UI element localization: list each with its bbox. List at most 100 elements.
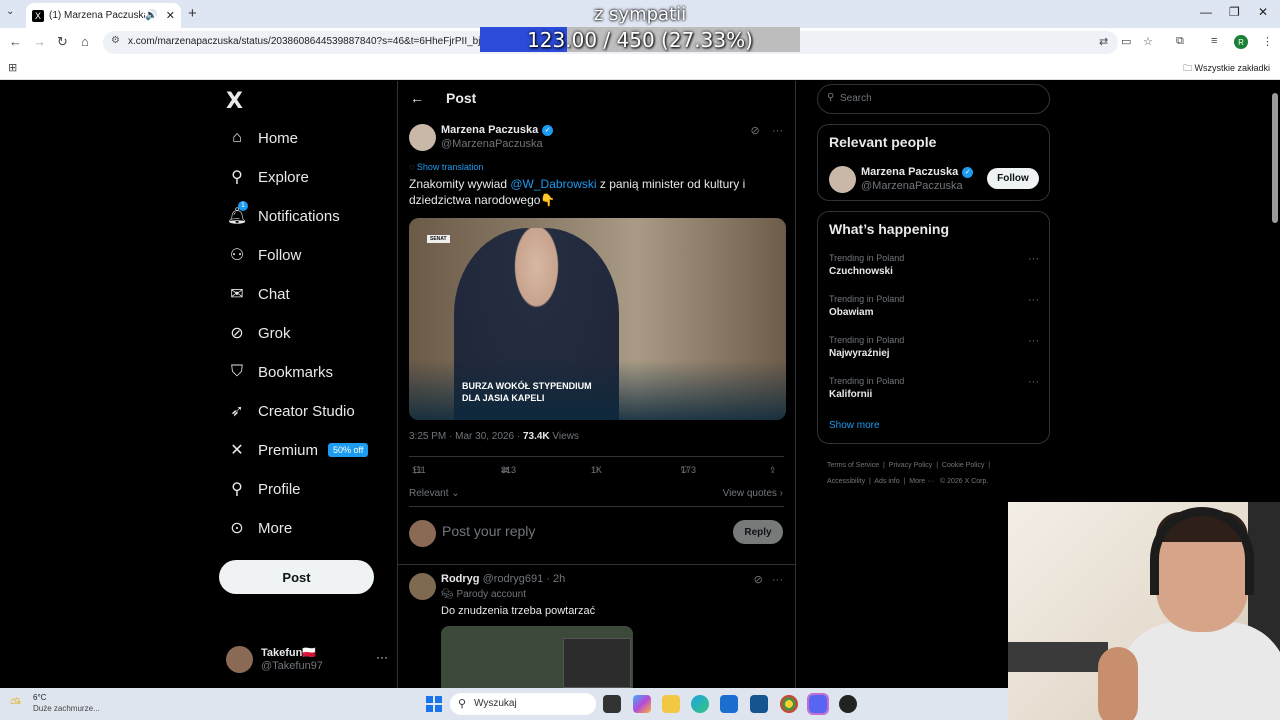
nav-item-home[interactable]: ⌂ Home [226, 119, 298, 157]
grok-explain-icon[interactable]: ⊘ [754, 574, 763, 586]
bookmark-star-icon[interactable]: ☆ [1143, 35, 1153, 48]
file-explorer-icon[interactable] [662, 695, 680, 713]
nav-label: Notifications [258, 207, 340, 225]
reply-more-icon[interactable]: ··· [772, 574, 783, 586]
mention-link[interactable]: @W_Dabrowski [510, 177, 596, 191]
footer-link[interactable]: More ··· [909, 478, 934, 485]
home-icon: ⌂ [232, 129, 242, 146]
task-view-icon[interactable] [603, 695, 621, 713]
reply-author-row[interactable]: Rodryg @rodryg691 · 2h [441, 573, 565, 585]
nav-label: Bookmarks [258, 363, 334, 381]
reply-media[interactable] [441, 626, 633, 688]
trend-more-icon[interactable]: ··· [1028, 376, 1039, 388]
views-label: Views [549, 431, 579, 442]
obs-icon[interactable] [839, 695, 857, 713]
account-switcher[interactable]: Takefun🇵🇱 @Takefun97 ··· [226, 644, 388, 680]
x-icon: ✕ [230, 442, 244, 459]
account-more-icon[interactable]: ··· [376, 650, 388, 664]
trend-item[interactable]: Trending in Poland Kalifornii ··· [829, 376, 1039, 400]
trend-item[interactable]: Trending in Poland Czuchnowski ··· [829, 253, 1039, 277]
edge-icon[interactable] [691, 695, 709, 713]
nav-item-grok[interactable]: ⊘ Grok [226, 314, 290, 352]
site-info-icon[interactable]: ⚙ [111, 35, 120, 46]
translate-icon[interactable]: ⇄ [1099, 35, 1108, 48]
nav-item-more[interactable]: ⊙ More [226, 509, 292, 547]
footer-link[interactable]: Accessibility [827, 478, 865, 485]
trend-more-icon[interactable]: ··· [1028, 335, 1039, 347]
chevron-right-icon: › [779, 488, 783, 499]
trend-more-icon[interactable]: ··· [1028, 253, 1039, 265]
trend-topic: Najwyraźniej [829, 348, 890, 359]
nav-item-notifications[interactable]: 🔔︎ 1 Notifications [226, 197, 340, 235]
home-browser-icon[interactable]: ⌂ [81, 34, 89, 49]
reply-author-name: Rodryg [441, 573, 480, 585]
taskbar-search[interactable]: ⚲ Wyszukaj [450, 693, 596, 715]
weather-temp: 6°C [33, 693, 47, 702]
scrollbar-thumb[interactable] [1272, 93, 1278, 223]
copilot-icon[interactable] [633, 695, 651, 713]
forward-arrow-icon[interactable]: → [33, 34, 46, 49]
reply-button[interactable]: Reply [733, 520, 783, 544]
discord-icon[interactable] [807, 693, 829, 715]
person-avatar[interactable] [829, 166, 856, 193]
share-icon[interactable]: ⇪ [769, 465, 777, 476]
cast-icon[interactable]: ▭ [1121, 35, 1131, 48]
post-button[interactable]: Post [219, 560, 374, 594]
grok-explain-icon[interactable]: ⊘ [751, 125, 760, 137]
footer-link[interactable]: Privacy Policy [889, 462, 933, 469]
x-logo[interactable]: X [226, 89, 243, 114]
reply-author-handle: @rodryg691 · 2h [482, 573, 566, 585]
follow-button[interactable]: Follow [987, 168, 1039, 189]
store-icon[interactable] [750, 695, 768, 713]
windows-start-icon[interactable] [426, 696, 442, 712]
sort-label: Relevant [409, 488, 449, 499]
nav-item-explore[interactable]: ⚲ Explore [226, 158, 309, 196]
relevant-people-card: Relevant people Marzena Paczuska ✓ @Marze… [817, 124, 1050, 201]
footer-link[interactable]: Ads info [874, 478, 899, 485]
author-name-row[interactable]: Marzena Paczuska ✓ [441, 124, 554, 136]
trend-more-icon[interactable]: ··· [1028, 294, 1039, 306]
post-video[interactable]: SENAT BURZA WOKÓŁ STYPENDIUM DLA JASIA K… [409, 218, 786, 420]
nav-item-chat[interactable]: ✉ Chat [226, 275, 289, 313]
footer-link[interactable]: Terms of Service [827, 462, 879, 469]
trend-topic: Obawiam [829, 307, 874, 318]
views-count: 73.4K [522, 431, 550, 442]
browser-menu-icon[interactable]: ⋮ [1262, 35, 1273, 48]
view-quotes-link[interactable]: View quotes › [723, 488, 783, 499]
post-timestamp[interactable]: 3:25 PM · Mar 30, 2026 · [409, 431, 523, 442]
search-input[interactable]: ⚲ Search [817, 84, 1050, 114]
nav-item-premium[interactable]: ✕ Premium 50% off [226, 431, 369, 469]
profile-avatar[interactable]: R [1234, 35, 1248, 49]
reply-author-avatar[interactable] [409, 573, 436, 600]
page-title: Post [446, 90, 477, 106]
reply-actions-top: ⊘ ··· [754, 573, 783, 586]
trend-item[interactable]: Trending in Poland Obawiam ··· [829, 294, 1039, 318]
nav-item-creator-studio[interactable]: ➶ Creator Studio [226, 392, 354, 430]
show-translation-link[interactable]: ◌ Show translation [409, 162, 483, 172]
nav-item-profile[interactable]: ⚲ Profile [226, 470, 300, 508]
post-more-icon[interactable]: ··· [772, 125, 783, 137]
author-handle[interactable]: @MarzenaPaczuska [441, 138, 543, 150]
nav-item-follow[interactable]: ⚇ Follow [226, 236, 302, 274]
chrome-icon[interactable] [780, 695, 798, 713]
back-arrow-icon[interactable]: ← [410, 90, 424, 106]
outlook-icon[interactable] [720, 695, 738, 713]
caption-line-2: DLA JASIA KAPELI [462, 393, 545, 403]
all-bookmarks-button[interactable]: 🗀 Wszystkie zakładki [1183, 61, 1270, 77]
nav-item-bookmarks[interactable]: ⛉ Bookmarks [226, 353, 333, 391]
back-arrow-icon[interactable]: ← [9, 34, 22, 49]
search-icon: ⚲ [458, 698, 467, 710]
reading-list-icon[interactable]: ≡ [1211, 35, 1217, 47]
reply-input[interactable]: Post your reply [442, 523, 535, 539]
apps-grid-icon[interactable]: ⊞ [8, 61, 17, 74]
extensions-icon[interactable]: ⧉ [1176, 35, 1184, 48]
footer-link[interactable]: Cookie Policy [942, 462, 984, 469]
person-name-row[interactable]: Marzena Paczuska ✓ [861, 166, 974, 178]
trend-item[interactable]: Trending in Poland Najwyraźniej ··· [829, 335, 1039, 359]
author-avatar[interactable] [409, 124, 436, 151]
reload-icon[interactable]: ↻ [57, 34, 68, 50]
show-more-link[interactable]: Show more [829, 420, 880, 431]
trend-context: Trending in Poland [829, 294, 905, 304]
parody-badge: 🎭︎ Parody account [441, 589, 526, 600]
sort-dropdown[interactable]: Relevant ⌄ [409, 488, 460, 499]
